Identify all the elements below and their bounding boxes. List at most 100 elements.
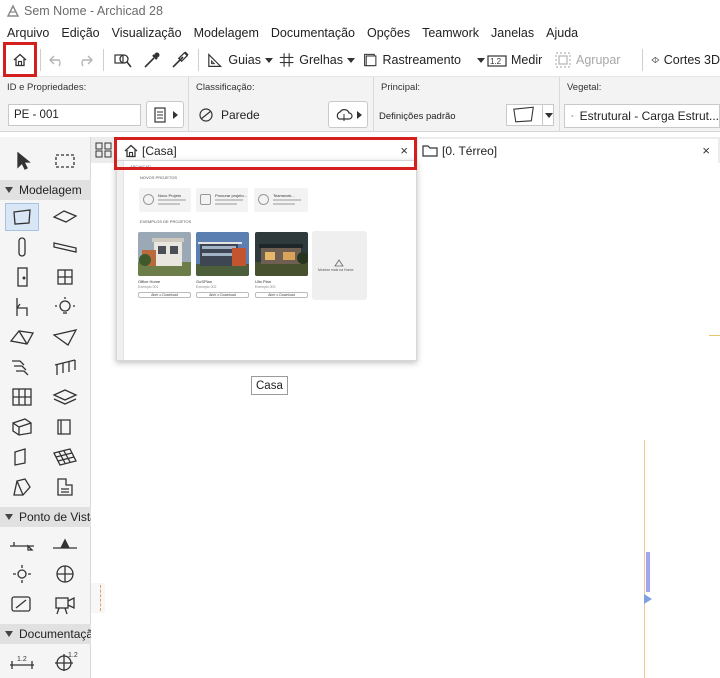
tab-overview-button[interactable] <box>94 141 114 159</box>
sections3d-button[interactable]: Cortes 3D <box>651 45 720 75</box>
skylight-tool[interactable] <box>5 443 39 471</box>
beam-tool[interactable] <box>48 233 82 261</box>
redo-button[interactable] <box>74 45 96 75</box>
preview-heading-examples: EXEMPLOS DE PROJETOS <box>140 219 192 224</box>
info-box: ID e Propriedades: PE - 001 Classificaçã… <box>0 77 720 132</box>
menu-visualizacao[interactable]: Visualização <box>106 26 188 40</box>
vegetal-value: Estrutural - Carga Estrut... <box>579 109 719 123</box>
worksheet-tool[interactable] <box>48 560 82 588</box>
collapse-triangle-icon <box>5 187 13 193</box>
grids-button[interactable]: Grelhas <box>279 45 355 75</box>
project-name: Office Home <box>138 279 161 284</box>
menu-opcoes[interactable]: Opções <box>361 26 416 40</box>
measure-icon: 1.2 <box>487 55 507 67</box>
grid-surface-icon <box>53 448 77 466</box>
dimension-tool[interactable]: 1.2 <box>5 647 39 675</box>
tracking-button[interactable]: Rastreamento <box>363 45 485 75</box>
home-button-highlight <box>3 42 37 77</box>
project-sub: Exemplo 001 <box>138 285 159 289</box>
lamp-tool[interactable] <box>48 293 82 321</box>
curtain-wall-tool[interactable] <box>5 383 39 411</box>
stair-icon <box>12 360 29 376</box>
wall-tool[interactable] <box>5 203 39 231</box>
measure-button[interactable]: 1.2 Medir <box>487 45 545 75</box>
structural-function-dropdown[interactable]: Estrutural - Carga Estrut... <box>564 104 720 128</box>
tab-terreo-close-icon[interactable]: × <box>702 143 710 158</box>
find-select-button[interactable] <box>112 45 134 75</box>
beam-grid-tool[interactable] <box>48 443 82 471</box>
eyedropper-button[interactable] <box>141 45 163 75</box>
elevation-tool[interactable] <box>48 530 82 558</box>
menu-janelas[interactable]: Janelas <box>485 26 540 40</box>
undo-button[interactable] <box>46 45 68 75</box>
arrow-tool[interactable] <box>6 147 40 175</box>
interior-elevation-tool[interactable] <box>5 560 39 588</box>
object-tool[interactable] <box>5 293 39 321</box>
project-sub: Exemplo 002 <box>196 285 217 289</box>
scroll-marker[interactable] <box>646 552 650 592</box>
stair-tool[interactable] <box>5 353 39 381</box>
section-ponto-de-vista[interactable]: Ponto de Vista <box>0 507 91 527</box>
slab-tool[interactable] <box>48 203 82 231</box>
section-modelagem-label: Modelagem <box>19 183 82 197</box>
classification-label: Classificação: <box>196 82 255 93</box>
railing-tool[interactable] <box>48 353 82 381</box>
preview-card-browse: Procurar projeto... <box>196 188 248 212</box>
menu-edicao[interactable]: Edição <box>55 26 105 40</box>
interior-elevation-icon <box>13 565 31 583</box>
title-bar: Sem Nome - Archicad 28 <box>0 0 720 22</box>
preview-show-more: Mostrar mais na Home <box>312 231 367 300</box>
annotation-tool[interactable] <box>48 473 82 501</box>
menu-ajuda[interactable]: Ajuda <box>540 26 584 40</box>
marquee-tool[interactable] <box>48 147 82 175</box>
section-marker-icon <box>10 542 34 551</box>
roof-tool[interactable] <box>5 323 39 351</box>
level-dimension-icon: 1.2 <box>55 652 78 671</box>
toolbar-separator <box>642 49 643 71</box>
morph-tool[interactable] <box>5 413 39 441</box>
section-tool[interactable] <box>5 530 39 558</box>
section-ponto-de-vista-label: Ponto de Vista <box>19 510 91 524</box>
chair-icon <box>16 298 28 316</box>
tab-casa-preview[interactable]: ARCHICAD NOVOS PROJETOS Novo Projeto Pro… <box>116 160 417 361</box>
undo-icon <box>49 55 61 67</box>
properties-button[interactable] <box>146 101 184 128</box>
beam-icon <box>53 242 77 253</box>
door-tool[interactable] <box>5 263 39 291</box>
window-tool[interactable] <box>48 263 82 291</box>
syringe-button[interactable] <box>169 45 191 75</box>
tab-terreo-label: [0. Térreo] <box>442 144 498 158</box>
mesh-tool[interactable] <box>48 383 82 411</box>
menu-teamwork[interactable]: Teamwork <box>416 26 485 40</box>
guides-icon <box>208 53 223 67</box>
terrain-tool[interactable] <box>5 473 39 501</box>
collapse-triangle-icon <box>5 631 13 637</box>
expand-arrow-icon <box>172 110 178 119</box>
curtain-wall-icon <box>12 388 32 406</box>
geometry-method-dropdown[interactable] <box>506 104 554 126</box>
menu-arquivo[interactable]: Arquivo <box>0 26 55 40</box>
dimension-icon: 1.2 <box>10 656 34 669</box>
find-select-icon <box>114 54 132 68</box>
syringe-icon <box>172 51 189 68</box>
toolbar-separator <box>40 49 41 71</box>
id-field[interactable]: PE - 001 <box>8 104 141 126</box>
zone-tool[interactable] <box>48 413 82 441</box>
section-documentacao[interactable]: Documentação <box>0 624 91 644</box>
tab-terreo[interactable]: [0. Térreo] × <box>418 139 718 163</box>
camera-tool[interactable] <box>48 590 82 618</box>
svg-text:1.2: 1.2 <box>490 57 502 66</box>
classification-options-button[interactable] <box>328 101 368 128</box>
shell-tool[interactable] <box>48 323 82 351</box>
menu-modelagem[interactable]: Modelagem <box>188 26 265 40</box>
level-dimension-tool[interactable]: 1.2 <box>48 647 82 675</box>
guides-button[interactable]: Guias <box>207 45 273 75</box>
menu-documentacao[interactable]: Documentação <box>265 26 361 40</box>
classification-field[interactable]: Parede <box>197 107 260 123</box>
edit-document-icon <box>11 596 31 612</box>
archicad-window: Sem Nome - Archicad 28 Arquivo Edição Vi… <box>0 0 720 678</box>
section-modelagem[interactable]: Modelagem <box>0 180 91 200</box>
detail-tool[interactable] <box>5 590 39 618</box>
group-button[interactable]: Agrupar <box>554 45 624 75</box>
column-tool[interactable] <box>5 233 39 261</box>
